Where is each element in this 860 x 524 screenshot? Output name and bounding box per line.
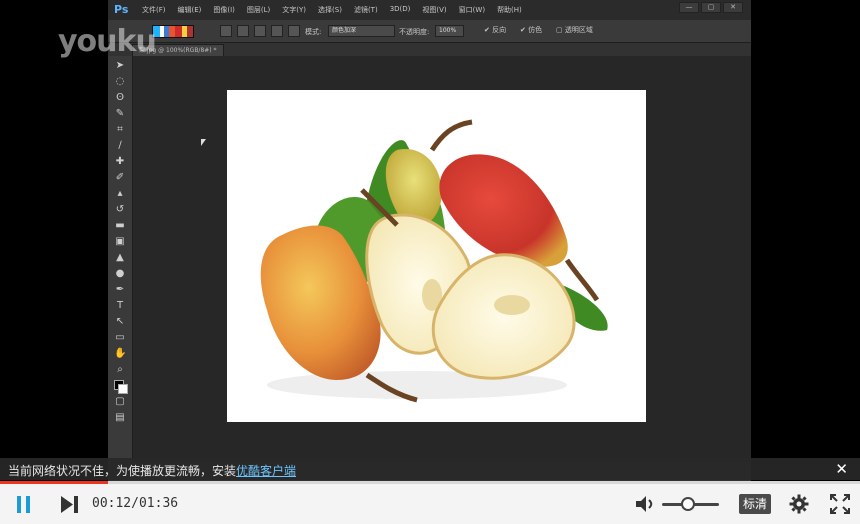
speaker-icon <box>636 496 653 512</box>
ps-logo: Ps <box>114 3 129 16</box>
next-icon <box>61 496 78 513</box>
transparency-label: 透明区域 <box>564 26 593 34</box>
menu-edit[interactable]: 编辑(E) <box>174 5 206 15</box>
transparency-checkbox[interactable]: ▢ 透明区域 <box>556 25 593 35</box>
mode-select[interactable]: 颜色加深 <box>328 25 395 37</box>
quick-select-tool-icon[interactable]: ✎ <box>114 108 126 120</box>
screen-mode-icon[interactable]: ▤ <box>114 412 126 424</box>
blur-tool-icon[interactable]: ▲ <box>114 252 126 264</box>
lasso-tool-icon[interactable]: ʘ <box>114 92 126 104</box>
notice-message: 当前网络状况不佳，为使播放更流畅，安装 <box>8 464 237 478</box>
opacity-field[interactable]: 100% <box>435 25 464 37</box>
menu-3d[interactable]: 3D(D) <box>386 5 415 15</box>
fullscreen-icon <box>830 494 850 514</box>
tools-panel: ➤ ◌ ʘ ✎ ⌗ ∕ ✚ ✐ ▴ ↺ ▬ ▣ ▲ ● ✒ T ↖ ▭ ✋ ⌕ … <box>108 56 133 462</box>
pause-icon <box>17 496 30 513</box>
fullscreen-button[interactable] <box>830 494 850 514</box>
reflected-gradient-icon[interactable] <box>271 25 283 37</box>
hand-tool-icon[interactable]: ✋ <box>114 348 126 360</box>
settings-button[interactable] <box>789 494 809 514</box>
menu-view[interactable]: 视图(V) <box>418 5 450 15</box>
client-download-link[interactable]: 优酷客户端 <box>236 464 296 478</box>
close-window-button[interactable]: ✕ <box>723 2 743 13</box>
diamond-gradient-icon[interactable] <box>288 25 300 37</box>
dither-label: 仿色 <box>528 26 543 34</box>
gear-icon <box>789 494 809 514</box>
crop-tool-icon[interactable]: ⌗ <box>114 124 126 136</box>
linear-gradient-icon[interactable] <box>220 25 232 37</box>
pen-tool-icon[interactable]: ✒ <box>114 284 126 296</box>
menu-select[interactable]: 选择(S) <box>314 5 346 15</box>
opacity-label: 不透明度: <box>399 28 430 36</box>
player-controls: 00:12/01:36 标清 <box>0 484 860 524</box>
menu-bar: Ps 文件(F) 编辑(E) 图像(I) 图层(L) 文字(Y) 选择(S) 滤… <box>108 0 751 20</box>
gradient-picker[interactable] <box>152 25 194 38</box>
dither-checkbox[interactable]: ✔ 仿色 <box>520 25 542 35</box>
menu-items: 文件(F) 编辑(E) 图像(I) 图层(L) 文字(Y) 选择(S) 滤镜(T… <box>138 5 526 15</box>
shape-tool-icon[interactable]: ▭ <box>114 332 126 344</box>
quality-button[interactable]: 标清 <box>739 494 771 514</box>
maximize-button[interactable]: ▢ <box>701 2 721 13</box>
pause-button[interactable] <box>16 496 32 513</box>
menu-help[interactable]: 帮助(H) <box>493 5 526 15</box>
path-select-tool-icon[interactable]: ↖ <box>114 316 126 328</box>
mode-label: 模式: <box>305 28 322 36</box>
notice-close-icon[interactable]: ✕ <box>835 460 848 478</box>
menu-layer[interactable]: 图层(L) <box>243 5 274 15</box>
video-frame[interactable]: Ps 文件(F) 编辑(E) 图像(I) 图层(L) 文字(Y) 选择(S) 滤… <box>0 0 860 481</box>
eyedropper-tool-icon[interactable]: ∕ <box>114 140 126 152</box>
history-brush-tool-icon[interactable]: ↺ <box>114 204 126 216</box>
color-swatch-icon[interactable] <box>114 380 128 394</box>
marquee-tool-icon[interactable]: ◌ <box>114 76 126 88</box>
mouse-cursor-icon <box>201 139 206 146</box>
dodge-tool-icon[interactable]: ● <box>114 268 126 280</box>
quick-mask-icon[interactable]: ▢ <box>114 396 126 408</box>
reverse-label: 反向 <box>492 26 507 34</box>
options-bar: 模式: 颜色加深 不透明度: 100% ✔ 反向 ✔ 仿色 ▢ 透明区域 <box>108 20 751 43</box>
pears-image <box>260 119 608 403</box>
menu-filter[interactable]: 滤镜(T) <box>350 5 382 15</box>
clone-stamp-tool-icon[interactable]: ▴ <box>114 188 126 200</box>
menu-file[interactable]: 文件(F) <box>138 5 170 15</box>
move-tool-icon[interactable]: ➤ <box>114 60 126 72</box>
radial-gradient-icon[interactable] <box>237 25 249 37</box>
eraser-tool-icon[interactable]: ▬ <box>114 220 126 232</box>
angle-gradient-icon[interactable] <box>254 25 266 37</box>
network-notice-bar: 当前网络状况不佳，为使播放更流畅，安装优酷客户端 ✕ <box>0 458 860 480</box>
volume-button[interactable] <box>634 494 656 514</box>
youku-watermark: youku <box>58 24 157 59</box>
window-controls: — ▢ ✕ <box>679 2 743 13</box>
menu-image[interactable]: 图像(I) <box>209 5 239 15</box>
minimize-button[interactable]: — <box>679 2 699 13</box>
reverse-checkbox[interactable]: ✔ 反向 <box>484 25 506 35</box>
brush-tool-icon[interactable]: ✐ <box>114 172 126 184</box>
zoom-tool-icon[interactable]: ⌕ <box>114 364 126 376</box>
next-button[interactable] <box>60 496 80 513</box>
menu-window[interactable]: 窗口(W) <box>455 5 489 15</box>
gradient-tool-icon[interactable]: ▣ <box>114 236 126 248</box>
healing-tool-icon[interactable]: ✚ <box>114 156 126 168</box>
notice-text: 当前网络状况不佳，为使播放更流畅，安装优酷客户端 <box>8 462 296 479</box>
time-display: 00:12/01:36 <box>92 496 179 511</box>
type-tool-icon[interactable]: T <box>114 300 126 312</box>
volume-knob[interactable] <box>680 497 695 511</box>
menu-type[interactable]: 文字(Y) <box>278 5 310 15</box>
gradient-type-icons <box>220 25 300 37</box>
